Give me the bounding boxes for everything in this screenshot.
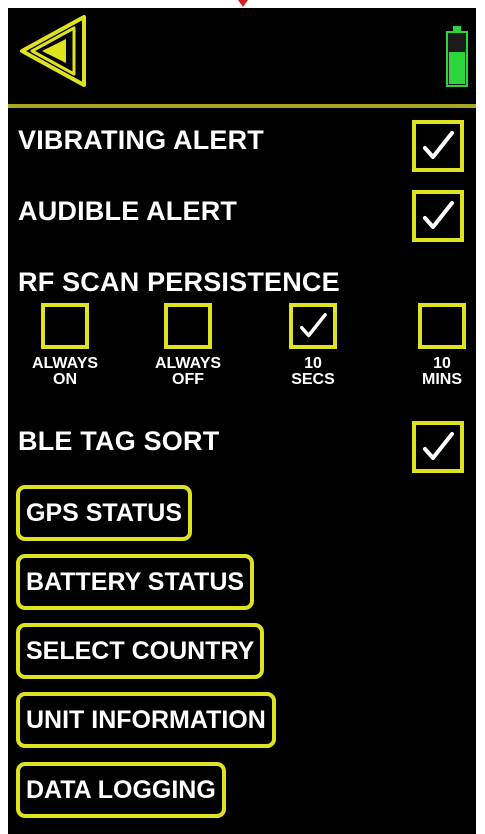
rf-option-always-on-checkbox[interactable] [41,303,89,349]
option-label-line2: OFF [172,371,204,388]
option-label-line1: 10 [304,355,322,372]
rf-option-10-secs-checkbox[interactable] [289,303,337,349]
select-country-button[interactable]: SELECT COUNTRY [16,623,265,679]
header-divider [8,104,476,108]
battery-status-button[interactable]: BATTERY STATUS [16,554,255,610]
ble-tag-sort-checkbox[interactable] [412,421,464,473]
checkmark-icon [300,313,327,338]
checkmark-icon [423,131,454,159]
settings-screen: VIBRATING ALERT AUDIBLE ALERT RF SCAN PE… [8,8,476,834]
unit-information-button[interactable]: UNIT INFORMATION [16,692,276,748]
option-label-line2: MINS [422,371,462,388]
battery-icon [444,24,470,88]
rf-scan-persistence-label: RF SCAN PERSISTENCE [18,267,340,297]
vibrating-alert-label: VIBRATING ALERT [18,125,264,155]
option-label-line1: ALWAYS [31,355,99,372]
vibrating-alert-checkbox[interactable] [412,120,464,172]
option-label-line2: SECS [291,371,335,388]
option-label-line1: ALWAYS [154,355,222,372]
rf-option-10-mins-label: 10 MINS [402,356,482,388]
data-logging-button[interactable]: DATA LOGGING [16,762,226,818]
audible-alert-label: AUDIBLE ALERT [18,196,238,226]
rf-option-10-mins-checkbox[interactable] [418,303,466,349]
option-label-line2: ON [53,371,77,388]
option-label-line1: 10 [433,355,451,372]
back-arrow-icon[interactable] [18,14,88,88]
screen: VIBRATING ALERT AUDIBLE ALERT RF SCAN PE… [0,0,485,834]
rf-option-always-off-label: ALWAYS OFF [148,356,228,388]
top-marker [238,0,248,7]
gps-status-button[interactable]: GPS STATUS [16,485,193,541]
rf-option-10-secs-label: 10 SECS [273,356,353,388]
checkmark-icon [423,201,454,229]
audible-alert-checkbox[interactable] [412,190,464,242]
checkmark-icon [423,432,454,460]
rf-option-always-on-label: ALWAYS ON [25,356,105,388]
rf-option-always-off-checkbox[interactable] [164,303,212,349]
ble-tag-sort-label: BLE TAG SORT [18,426,220,456]
